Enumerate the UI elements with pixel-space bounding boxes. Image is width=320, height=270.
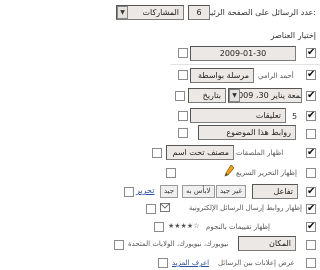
reaction-good-button[interactable]: جيد	[160, 185, 179, 198]
star-ratings-label: إظهار تقييمات بالنجوم	[206, 223, 270, 231]
backlinks-alt-checkbox[interactable]	[178, 128, 188, 138]
ads-learn-more-link[interactable]: اعرف المزيد	[172, 259, 209, 268]
backlinks-checkbox[interactable]	[306, 129, 316, 139]
ads-label: عرض إعلانات بين الرسائل	[218, 259, 295, 267]
comments-alt-checkbox[interactable]	[178, 111, 188, 121]
date-header-value: 2009-01-30	[219, 49, 267, 58]
reactions-field[interactable]: تفاعل	[252, 184, 298, 199]
timestamp-prefix-field[interactable]: بتاريخ	[188, 88, 226, 103]
posts-per-page-unit-value: المشاركات	[142, 8, 180, 17]
star-rating-icon: ★★★★☆	[168, 222, 200, 230]
reactions-edit-link[interactable]: تحرير	[136, 186, 154, 196]
posted-by-alt-checkbox[interactable]	[178, 70, 188, 80]
comments-count: 5	[292, 112, 298, 121]
email-links-checkbox[interactable]	[306, 202, 316, 216]
comments-checkbox[interactable]	[306, 109, 316, 123]
chevron-down-icon[interactable]: ▼	[229, 89, 240, 102]
date-header-field[interactable]: 2009-01-30	[190, 46, 296, 61]
date-header-checkbox[interactable]	[306, 46, 316, 60]
location-alt-checkbox[interactable]	[114, 240, 124, 250]
posted-by-value: مرسلة بواسطة	[197, 71, 249, 80]
backlinks-value: روابط هذا الموضوع	[226, 128, 291, 137]
posts-per-page-label: عدد الرسائل على الصفحة الرئيسية:	[197, 8, 316, 17]
posted-by-checkbox[interactable]	[306, 68, 316, 82]
ads-checkbox[interactable]	[306, 258, 316, 268]
divider	[170, 64, 320, 65]
location-label: نيويورك، نيويورك، الولايات المتحدة	[128, 240, 229, 248]
reactions-checkbox[interactable]	[306, 185, 316, 199]
star-ratings-checkbox[interactable]	[306, 220, 316, 234]
backlinks-field[interactable]: روابط هذا الموضوع	[198, 125, 296, 140]
posts-per-page-input[interactable]: 6	[188, 5, 210, 20]
labels-field[interactable]: مصنف تحت اسم	[166, 145, 234, 160]
envelope-icon	[160, 203, 170, 212]
section-title: إختيار العناصر	[270, 31, 316, 40]
location-field[interactable]: المكان	[238, 236, 296, 251]
timestamp-prefix: بتاريخ	[202, 91, 221, 100]
comments-value: تعليقات	[255, 111, 281, 120]
author-name-label: أحمد الرامي	[258, 72, 294, 80]
labels-checkbox[interactable]	[306, 146, 316, 160]
date-header-alt-checkbox[interactable]	[178, 48, 188, 58]
reaction-not-good-button[interactable]: غير جيد	[216, 185, 246, 198]
chevron-down-icon[interactable]: ▼	[117, 6, 128, 19]
timestamp-alt-checkbox[interactable]	[175, 91, 185, 101]
quick-edit-label: إظهار التحرير السريع	[236, 169, 297, 177]
quick-edit-alt-checkbox[interactable]	[166, 168, 176, 178]
labels-alt-checkbox[interactable]	[152, 148, 162, 158]
email-links-alt-checkbox[interactable]	[146, 204, 156, 214]
email-links-label: إظهار روابط إرسال الرسائل الإلكترونية	[188, 204, 302, 212]
quick-edit-checkbox[interactable]	[306, 168, 316, 178]
reactions-value: تفاعل	[273, 187, 293, 196]
location-checkbox[interactable]	[306, 240, 316, 250]
location-value: المكان	[268, 239, 291, 248]
ads-alt-checkbox[interactable]	[158, 258, 168, 268]
comments-field[interactable]: تعليقات	[190, 108, 286, 123]
star-ratings-alt-checkbox[interactable]	[154, 222, 164, 232]
labels-value: مصنف تحت اسم	[172, 148, 230, 157]
reactions-alt-checkbox[interactable]	[124, 187, 134, 197]
pencil-icon	[224, 164, 235, 177]
posted-by-field[interactable]: مرسلة بواسطة	[190, 68, 254, 83]
timestamp-value: الجمعة يناير 30، 2009	[233, 91, 301, 100]
labels-label: اظهار الملصقات	[236, 149, 284, 157]
reaction-ok-button[interactable]: لابأس به	[182, 185, 215, 198]
timestamp-checkbox[interactable]	[306, 89, 316, 103]
